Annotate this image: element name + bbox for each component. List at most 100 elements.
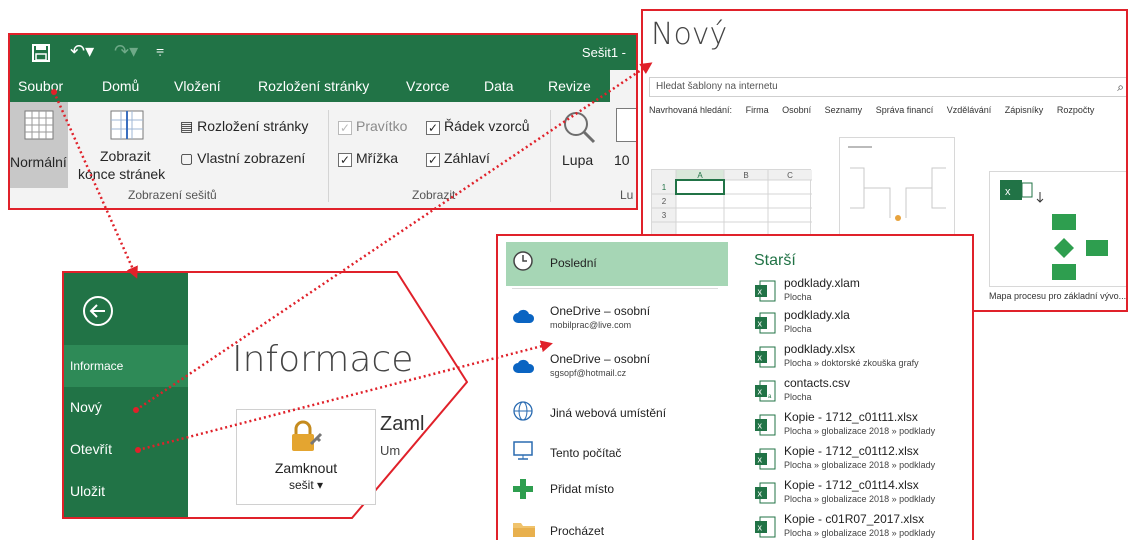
gridlines-checkbox[interactable]: ✓ Mřížka — [338, 150, 398, 167]
back-arrow-icon[interactable] — [82, 295, 114, 327]
window-title: Sešit1 - — [581, 45, 626, 60]
file-name: Kopie - 1712_c01t14.xlsx — [784, 478, 919, 492]
zoom-100-button[interactable]: 10 — [614, 152, 630, 168]
location-other-web[interactable]: Jiná webová umístění — [550, 406, 666, 420]
protect-desc: Um — [380, 443, 401, 458]
row-header: 1 — [662, 183, 667, 192]
tab-formulas[interactable]: Vzorce — [406, 78, 450, 94]
csv-file-icon: xa — [754, 380, 776, 402]
folder-icon — [512, 520, 536, 538]
globe-icon — [512, 400, 534, 422]
custom-views-button[interactable]: ▢ Vlastní zobrazení — [180, 150, 305, 167]
location-this-pc[interactable]: Tento počítač — [550, 446, 621, 460]
tournament-template[interactable] — [839, 137, 955, 239]
normal-view-button[interactable]: Normální — [10, 102, 68, 188]
tab-insert[interactable]: Vložení — [174, 78, 221, 94]
gridlines-label: Mřížka — [356, 150, 398, 166]
zoom-button[interactable]: Lupa — [562, 152, 593, 168]
protect-workbook-button[interactable]: Zamknout sešit ▾ — [236, 409, 376, 505]
ruler-label: Pravítko — [356, 118, 408, 134]
template-search-input[interactable]: Hledat šablony na internetu ⌕ — [649, 77, 1126, 97]
nav-info[interactable]: Informace — [70, 359, 123, 373]
excel-file-icon: x — [754, 346, 776, 368]
suggested-link[interactable]: Firma — [746, 105, 769, 115]
svg-text:x: x — [758, 523, 763, 533]
location-onedrive-1-account: mobilprac@live.com — [550, 320, 632, 330]
svg-text:x: x — [758, 287, 763, 297]
nav-new[interactable]: Nový — [70, 399, 102, 415]
suggested-link[interactable]: Osobní — [782, 105, 811, 115]
file-name: podklady.xlsx — [784, 342, 856, 356]
file-path: Plocha » globalizace 2018 » podklady — [784, 426, 936, 436]
excel-file-icon: x — [754, 312, 776, 334]
file-path: Plocha » globalizace 2018 » podklady — [784, 528, 936, 538]
svg-text:x: x — [758, 421, 763, 431]
new-title: Nový — [651, 17, 728, 52]
ribbon-tabs: Soubor Domů Vložení Rozložení stránky Vz… — [10, 70, 636, 102]
suggested-label: Navrhovaná hledání: — [649, 105, 733, 115]
file-name: Kopie - c01R07_2017.xlsx — [784, 512, 925, 526]
onedrive-icon — [512, 358, 536, 374]
checkbox-icon: ✓ — [338, 153, 352, 167]
tab-page-layout[interactable]: Rozložení stránky — [258, 78, 369, 94]
page-layout-view-button[interactable]: ▤ Rozložení stránky — [180, 118, 308, 135]
process-map-label: Mapa procesu pro základní vývo... — [989, 291, 1127, 301]
formula-bar-checkbox[interactable]: ✓ Řádek vzorců — [426, 118, 530, 135]
group-separator — [550, 110, 551, 202]
ruler-checkbox[interactable]: ✓ Pravítko — [338, 118, 407, 135]
protect-heading: Zaml — [380, 413, 425, 435]
tab-data[interactable]: Data — [484, 78, 514, 94]
col-header: B — [743, 171, 748, 180]
suggested-link[interactable]: Rozpočty — [1057, 105, 1095, 115]
location-browse[interactable]: Procházet — [550, 524, 604, 538]
group-separator — [328, 110, 329, 202]
group-label-zoom: Lu — [620, 188, 634, 202]
svg-text:x: x — [758, 319, 763, 329]
nav-open[interactable]: Otevřít — [70, 441, 112, 457]
location-onedrive-2[interactable]: OneDrive – osobní — [550, 352, 650, 366]
ribbon-view-body: Normální Zobrazit konce stránek ▤ Rozlož… — [10, 102, 636, 208]
suggested-link[interactable]: Správa financí — [876, 105, 934, 115]
location-selected-highlight — [506, 242, 728, 286]
group-label-show: Zobrazit — [412, 188, 456, 202]
tab-home[interactable]: Domů — [102, 78, 139, 94]
zoom-100-icon — [616, 108, 636, 142]
tab-review[interactable]: Revize — [548, 78, 591, 94]
protect-workbook-label: Zamknout — [274, 460, 338, 476]
file-path: Plocha » globalizace 2018 » podklady — [784, 460, 936, 470]
location-add-place[interactable]: Přidat místo — [550, 482, 614, 496]
page-break-preview-label[interactable]: Zobrazit — [100, 148, 151, 164]
add-place-icon — [512, 478, 534, 500]
suggested-link[interactable]: Zápisníky — [1005, 105, 1044, 115]
formula-bar-label: Řádek vzorců — [444, 118, 530, 134]
save-icon[interactable] — [32, 44, 50, 62]
open-backstage-screenshot: Poslední OneDrive – osobní mobilprac@liv… — [496, 234, 974, 540]
undo-icon[interactable]: ↶▾ — [70, 41, 94, 62]
blank-workbook-template[interactable]: A B C 1 2 3 — [651, 169, 812, 240]
process-map-template[interactable]: x — [989, 171, 1126, 287]
backstage-nav: Informace Nový Otevřít Uložit — [64, 273, 188, 517]
page-break-preview-label-2[interactable]: konce stránek — [78, 166, 165, 182]
suggested-link[interactable]: Vzdělávání — [947, 105, 992, 115]
file-name: podklady.xlam — [784, 276, 860, 290]
location-onedrive-2-account: sgsopf@hotmail.cz — [550, 368, 627, 378]
location-onedrive-1[interactable]: OneDrive – osobní — [550, 304, 650, 318]
quick-access-toolbar: ↶▾ ↷▾ ⩦ Sešit1 - — [10, 35, 636, 70]
search-icon[interactable]: ⌕ — [1117, 80, 1124, 95]
col-header: C — [787, 171, 793, 180]
clock-icon — [512, 250, 534, 272]
redo-icon: ↷▾ — [114, 41, 139, 61]
headings-checkbox[interactable]: ✓ Záhlaví — [426, 150, 490, 167]
location-recent[interactable]: Poslední — [550, 256, 597, 270]
svg-text:x: x — [758, 455, 763, 465]
tab-view-active[interactable] — [610, 70, 636, 102]
customize-qat-icon[interactable]: ⩦ — [156, 41, 164, 58]
svg-text:x: x — [758, 353, 763, 363]
page-layout-icon: ▤ — [180, 118, 198, 134]
suggested-link[interactable]: Seznamy — [825, 105, 863, 115]
file-name: Kopie - 1712_c01t12.xlsx — [784, 444, 919, 458]
excel-file-icon: x — [754, 516, 776, 538]
file-name: Kopie - 1712_c01t11.xlsx — [784, 410, 918, 424]
normal-view-icon — [24, 110, 54, 140]
nav-save[interactable]: Uložit — [70, 483, 105, 499]
